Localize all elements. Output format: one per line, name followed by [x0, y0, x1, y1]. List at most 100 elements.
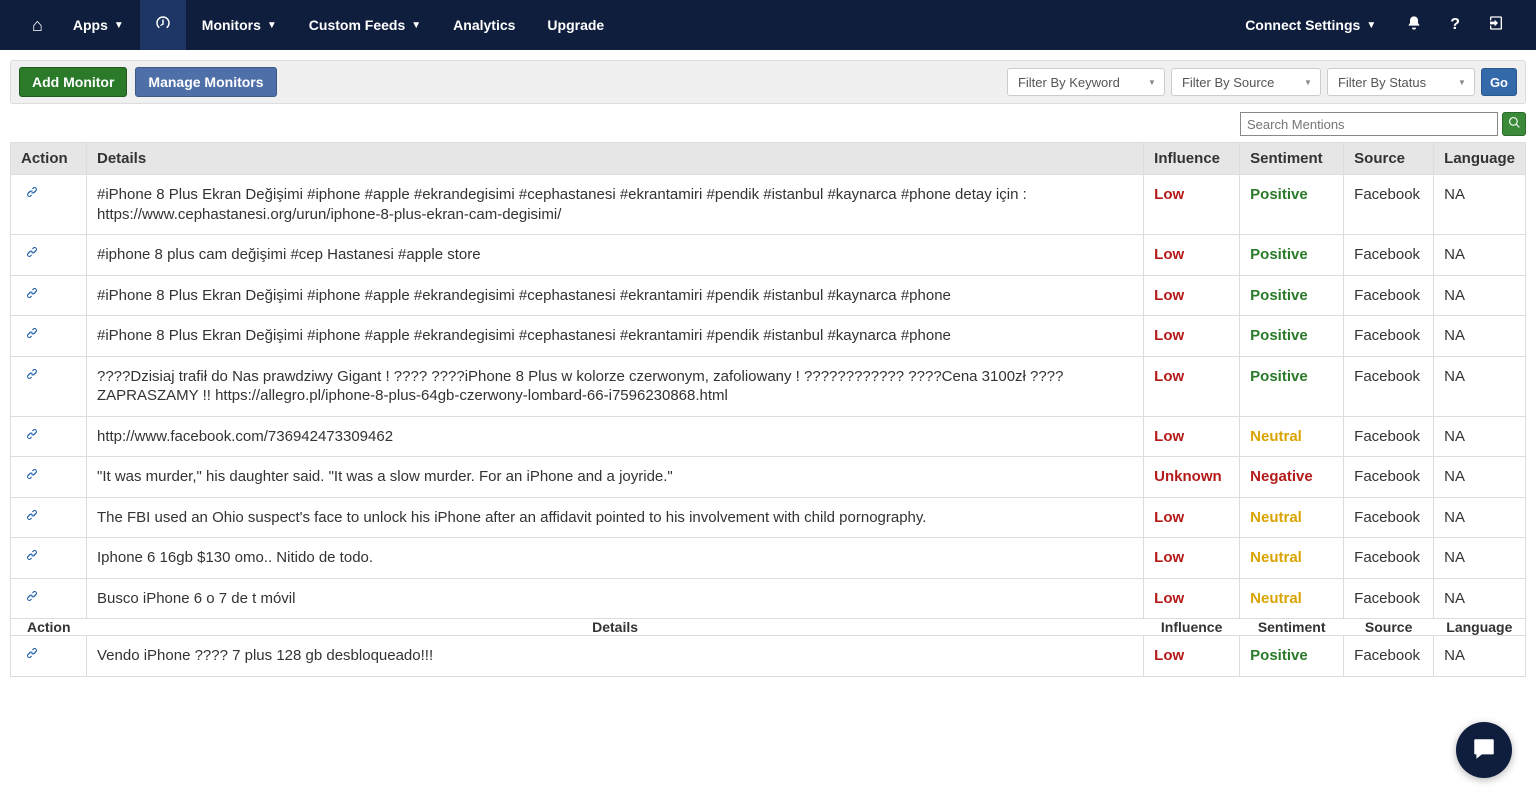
table-row: #iPhone 8 Plus Ekran Değişimi #iphone #a…: [11, 275, 1526, 316]
cell-source: Facebook: [1344, 235, 1434, 276]
cell-language: NA: [1434, 497, 1526, 538]
cell-influence: Low: [1144, 636, 1240, 677]
cell-source: Facebook: [1344, 316, 1434, 357]
search-button[interactable]: [1502, 112, 1526, 136]
cell-influence: Low: [1144, 235, 1240, 276]
nav-connect-settings[interactable]: Connect Settings ▼: [1229, 0, 1392, 50]
cell-action: [11, 175, 87, 235]
toolbar-left: Add Monitor Manage Monitors: [19, 67, 277, 97]
link-icon[interactable]: [25, 548, 39, 567]
dashboard-icon: [154, 14, 172, 37]
bell-icon: [1406, 15, 1422, 36]
link-icon[interactable]: [25, 367, 39, 386]
link-icon[interactable]: [25, 508, 39, 527]
chat-icon: [1471, 736, 1497, 765]
cell-language: NA: [1434, 175, 1526, 235]
nav-monitors-label: Monitors: [202, 17, 261, 33]
cell-language: NA: [1434, 275, 1526, 316]
link-icon[interactable]: [25, 286, 39, 305]
cell-language: NA: [1434, 457, 1526, 498]
logout-icon: [1488, 15, 1504, 36]
cell-language: NA: [1434, 416, 1526, 457]
link-icon[interactable]: [25, 185, 39, 204]
go-button[interactable]: Go: [1481, 68, 1517, 96]
cell-action: [11, 316, 87, 357]
home-icon: [32, 15, 43, 36]
cell-action: [11, 275, 87, 316]
link-icon[interactable]: [25, 427, 39, 446]
cell-influence: Low: [1144, 538, 1240, 579]
cell-source: Facebook: [1344, 636, 1434, 677]
nav-custom-feeds-label: Custom Feeds: [309, 17, 405, 33]
add-monitor-button[interactable]: Add Monitor: [19, 67, 127, 97]
link-icon[interactable]: [25, 589, 39, 608]
nav-notifications[interactable]: [1392, 0, 1436, 50]
help-icon: [1450, 16, 1460, 34]
cell-sentiment: Neutral: [1240, 538, 1344, 579]
navbar: Apps ▼ Monitors ▼ Custom Feeds ▼ Analyti…: [0, 0, 1536, 50]
cell-source: Facebook: [1344, 275, 1434, 316]
manage-monitors-button[interactable]: Manage Monitors: [135, 67, 276, 97]
filter-status-select[interactable]: Filter By Status ▼: [1327, 68, 1475, 96]
link-icon[interactable]: [25, 326, 39, 345]
cell-details: Vendo iPhone ???? 7 plus 128 gb desbloqu…: [87, 636, 1144, 677]
cell-sentiment: Positive: [1240, 235, 1344, 276]
nav-home[interactable]: [18, 0, 57, 50]
table-header-repeat: ActionDetailsInfluenceSentimentSourceLan…: [11, 619, 1526, 636]
chevron-down-icon: ▼: [267, 20, 277, 31]
table-row: Vendo iPhone ???? 7 plus 128 gb desbloqu…: [11, 636, 1526, 677]
cell-action: [11, 538, 87, 579]
table-row: "It was murder," his daughter said. "It …: [11, 457, 1526, 498]
cell-action: [11, 356, 87, 416]
cell-influence: Low: [1144, 175, 1240, 235]
link-icon[interactable]: [25, 245, 39, 264]
nav-analytics[interactable]: Analytics: [437, 0, 531, 50]
nav-upgrade[interactable]: Upgrade: [531, 0, 620, 50]
cell-source: Facebook: [1344, 175, 1434, 235]
col-influence-header: Influence: [1144, 619, 1240, 636]
nav-help[interactable]: [1436, 0, 1474, 50]
cell-source: Facebook: [1344, 497, 1434, 538]
cell-language: NA: [1434, 636, 1526, 677]
nav-custom-feeds[interactable]: Custom Feeds ▼: [293, 0, 437, 50]
navbar-left: Apps ▼ Monitors ▼ Custom Feeds ▼ Analyti…: [0, 0, 620, 50]
mentions-table: Action Details Influence Sentiment Sourc…: [10, 142, 1526, 677]
cell-sentiment: Positive: [1240, 316, 1344, 357]
chevron-down-icon: ▼: [1366, 20, 1376, 31]
search-row: [0, 104, 1536, 142]
cell-source: Facebook: [1344, 457, 1434, 498]
cell-sentiment: Positive: [1240, 275, 1344, 316]
col-action-header: Action: [11, 143, 87, 175]
col-language-header: Language: [1434, 619, 1526, 636]
cell-details: Busco iPhone 6 o 7 de t móvil: [87, 578, 1144, 619]
table-row: The FBI used an Ohio suspect's face to u…: [11, 497, 1526, 538]
cell-influence: Unknown: [1144, 457, 1240, 498]
cell-source: Facebook: [1344, 416, 1434, 457]
cell-details: Iphone 6 16gb $130 omo.. Nitido de todo.: [87, 538, 1144, 579]
cell-action: [11, 497, 87, 538]
link-icon[interactable]: [25, 467, 39, 486]
col-details-header: Details: [87, 619, 1144, 636]
filter-source-select[interactable]: Filter By Source ▼: [1171, 68, 1321, 96]
table-row: #iPhone 8 Plus Ekran Değişimi #iphone #a…: [11, 316, 1526, 357]
cell-action: [11, 235, 87, 276]
nav-apps[interactable]: Apps ▼: [57, 0, 140, 50]
cell-action: [11, 636, 87, 677]
cell-influence: Low: [1144, 416, 1240, 457]
link-icon[interactable]: [25, 646, 39, 665]
nav-dashboard[interactable]: [140, 0, 186, 50]
table-row: #iphone 8 plus cam değişimi #cep Hastane…: [11, 235, 1526, 276]
cell-details: #iPhone 8 Plus Ekran Değişimi #iphone #a…: [87, 175, 1144, 235]
chat-fab[interactable]: [1456, 722, 1512, 778]
cell-influence: Low: [1144, 578, 1240, 619]
col-source-header: Source: [1344, 143, 1434, 175]
search-icon: [1508, 116, 1521, 132]
table-body: #iPhone 8 Plus Ekran Değişimi #iphone #a…: [11, 175, 1526, 677]
nav-monitors[interactable]: Monitors ▼: [186, 0, 293, 50]
search-input[interactable]: [1240, 112, 1498, 136]
filter-keyword-select[interactable]: Filter By Keyword ▼: [1007, 68, 1165, 96]
cell-details: #iPhone 8 Plus Ekran Değişimi #iphone #a…: [87, 316, 1144, 357]
nav-logout[interactable]: [1474, 0, 1518, 50]
chevron-down-icon: ▼: [1148, 78, 1156, 87]
filter-keyword-label: Filter By Keyword: [1018, 75, 1120, 90]
